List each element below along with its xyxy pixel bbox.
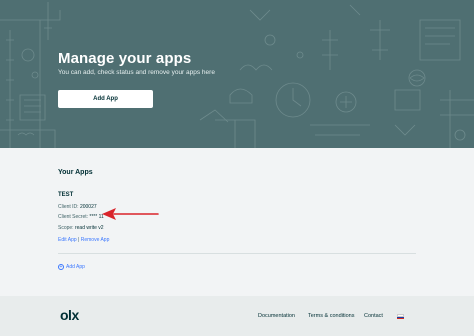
plus-circle-icon: + [58, 263, 64, 270]
logo-text: olx [60, 307, 79, 323]
apps-heading: Your Apps [58, 169, 93, 176]
apps-section: Your Apps TEST Client ID: 200027 Client … [0, 148, 474, 296]
scope-value: read write v2 [74, 225, 104, 231]
footer-link-terms[interactable]: Terms & conditions [308, 313, 354, 319]
client-secret-row: Client Secret: **** 11 [58, 214, 104, 220]
add-app-link-label: Add App [66, 264, 85, 270]
page-subtitle: You can add, check status and remove you… [58, 69, 215, 76]
add-app-link[interactable]: + Add App [58, 264, 85, 270]
edit-app-link[interactable]: Edit App [58, 237, 77, 243]
action-separator: | [78, 237, 80, 243]
arrow-left-icon [102, 208, 159, 220]
app-actions: Edit App | Remove App [58, 237, 109, 243]
footer: olx Documentation Terms & conditions Con… [0, 296, 474, 336]
language-flag-icon[interactable] [397, 314, 404, 319]
app-name: TEST [58, 192, 74, 198]
client-id-value: 200027 [79, 204, 97, 210]
section-divider [58, 253, 416, 254]
client-secret-label: Client Secret: [58, 214, 89, 220]
remove-app-link[interactable]: Remove App [81, 237, 110, 243]
page-title: Manage your apps [58, 50, 192, 67]
olx-logo[interactable]: olx [60, 307, 79, 323]
scope-label: Scope: [58, 225, 74, 231]
client-id-row: Client ID: 200027 [58, 204, 97, 210]
add-app-button[interactable]: Add App [58, 90, 153, 108]
footer-link-documentation[interactable]: Documentation [258, 313, 295, 319]
footer-link-contact[interactable]: Contact [364, 313, 383, 319]
scope-row: Scope: read write v2 [58, 225, 104, 231]
hero-banner: Manage your apps You can add, check stat… [0, 0, 474, 148]
client-id-label: Client ID: [58, 204, 79, 210]
